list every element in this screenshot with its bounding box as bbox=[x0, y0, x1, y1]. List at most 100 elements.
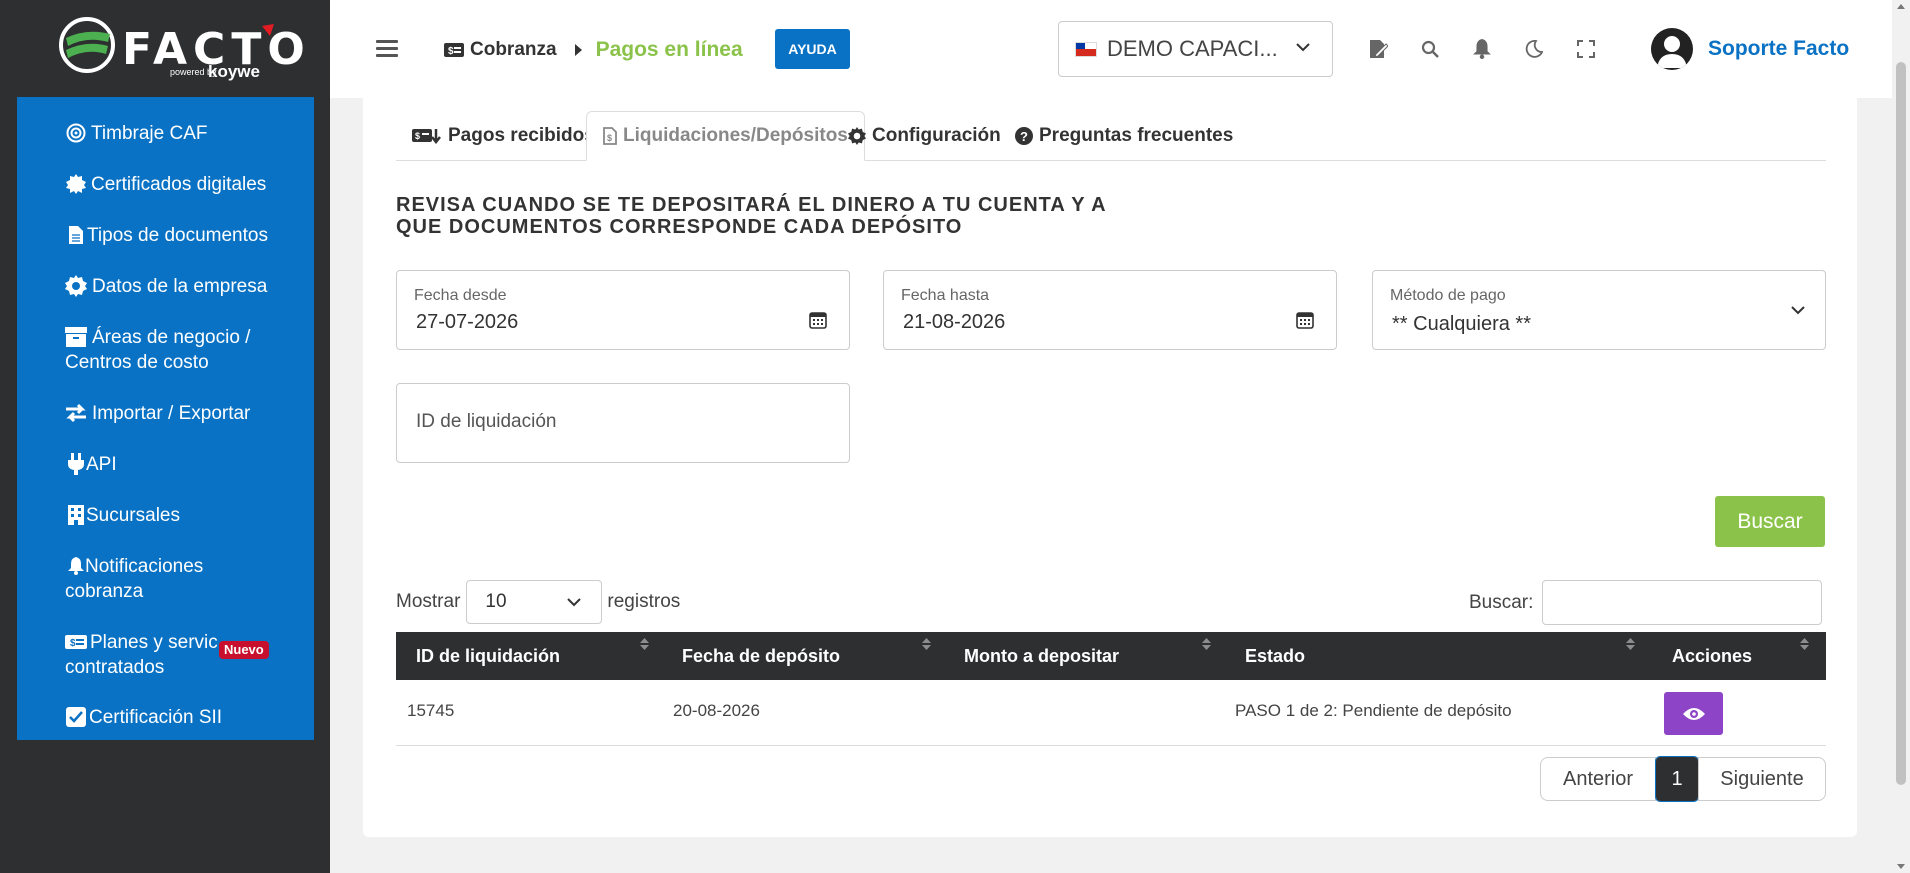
calendar-icon[interactable] bbox=[1296, 311, 1314, 329]
sort-icon[interactable] bbox=[922, 638, 931, 650]
sidebar-item-planes[interactable]: $ Planes y servic contratados Nuevo bbox=[17, 630, 314, 705]
chile-flag-icon bbox=[1075, 41, 1097, 57]
table-row: 15745 20-08-2026 PASO 1 de 2: Pendiente … bbox=[396, 680, 1826, 746]
facto-logo[interactable]: FACTO powered by koywe bbox=[58, 16, 305, 86]
main-card: $ Pagos recibidos $ Liquidaciones/Depósi… bbox=[363, 80, 1857, 837]
page-heading-line2: QUE DOCUMENTOS CORRESPONDE CADA DEPÓSITO bbox=[396, 216, 963, 238]
sort-icon[interactable] bbox=[640, 638, 649, 650]
pagination-next[interactable]: Siguiente bbox=[1698, 757, 1826, 801]
hamburger-menu-icon[interactable] bbox=[376, 40, 398, 58]
cell-date: 20-08-2026 bbox=[673, 701, 760, 720]
records-label: registros bbox=[607, 591, 681, 612]
tab-preguntas-frecuentes[interactable]: ? Preguntas frecuentes bbox=[999, 111, 1249, 161]
archive-icon bbox=[65, 326, 87, 348]
page-heading-line1: REVISA CUANDO SE TE DEPOSITARÁ EL DINERO… bbox=[396, 194, 1107, 216]
gear-icon bbox=[65, 275, 87, 297]
sidebar-item-label: Áreas de negocio / bbox=[92, 327, 251, 348]
date-to-label: Fecha hasta bbox=[901, 287, 990, 304]
page-length-value: 10 bbox=[485, 591, 507, 612]
tab-pagos-recibidos[interactable]: $ Pagos recibidos bbox=[396, 111, 611, 161]
fullscreen-icon[interactable] bbox=[1574, 37, 1598, 61]
payment-method-label: Método de pago bbox=[1390, 287, 1506, 304]
date-to-value[interactable]: 21-08-2026 bbox=[903, 311, 1005, 334]
money-icon: $ bbox=[444, 43, 464, 57]
date-from-value[interactable]: 27-07-2026 bbox=[416, 311, 518, 334]
sidebar-item-api[interactable]: API bbox=[17, 452, 314, 503]
column-header-status[interactable]: Estado bbox=[1245, 646, 1305, 667]
sidebar-item-notificaciones[interactable]: Notificaciones cobranza bbox=[17, 554, 314, 630]
scrollbar-thumb[interactable] bbox=[1896, 62, 1906, 785]
calendar-icon[interactable] bbox=[809, 311, 827, 329]
dark-mode-icon[interactable] bbox=[1522, 37, 1546, 61]
breadcrumb-current: Pagos en línea bbox=[595, 38, 743, 61]
sidebar-item-label: Certificados digitales bbox=[91, 174, 267, 195]
user-name[interactable]: Soporte Facto bbox=[1708, 37, 1849, 61]
sidebar-item-sucursales[interactable]: Sucursales bbox=[17, 503, 314, 554]
page-length-select[interactable]: 10 bbox=[466, 580, 603, 624]
sidebar-item-label-line2: cobranza bbox=[65, 581, 144, 602]
user-avatar[interactable] bbox=[1651, 28, 1693, 70]
certificate-icon bbox=[65, 173, 87, 195]
table-search-input[interactable] bbox=[1542, 580, 1823, 625]
company-selector[interactable]: DEMO CAPACI... bbox=[1058, 21, 1333, 77]
money-icon: $ bbox=[65, 631, 87, 653]
sort-icon[interactable] bbox=[1626, 638, 1635, 650]
sort-icon[interactable] bbox=[1202, 638, 1211, 650]
breadcrumb-root[interactable]: Cobranza bbox=[470, 39, 557, 61]
date-from-field[interactable]: Fecha desde 27-07-2026 bbox=[396, 270, 850, 350]
page-length-control: Mostrar 10 registros bbox=[396, 580, 680, 624]
svg-text:$: $ bbox=[448, 46, 454, 57]
show-label: Mostrar bbox=[396, 591, 461, 612]
pagination-previous[interactable]: Anterior bbox=[1540, 757, 1656, 801]
vertical-scrollbar[interactable] bbox=[1892, 0, 1910, 873]
company-name: DEMO CAPACI... bbox=[1107, 36, 1278, 61]
tab-configuracion[interactable]: Configuración bbox=[832, 111, 1017, 161]
view-button[interactable] bbox=[1664, 692, 1723, 735]
sidebar-item-importar-exportar[interactable]: Importar / Exportar bbox=[17, 401, 314, 452]
cell-status: PASO 1 de 2: Pendiente de depósito bbox=[1235, 701, 1512, 720]
column-header-date[interactable]: Fecha de depósito bbox=[682, 646, 840, 667]
pagination-current[interactable]: 1 bbox=[1655, 756, 1699, 802]
brand-partner: koywe bbox=[208, 62, 260, 81]
chevron-down-icon bbox=[567, 598, 582, 607]
sidebar-item-certificados[interactable]: Certificados digitales bbox=[17, 172, 314, 223]
sidebar: FACTO powered by koywe Timbraje CAF Cert… bbox=[0, 0, 330, 873]
payment-method-select[interactable]: Método de pago ** Cualquiera ** bbox=[1372, 270, 1826, 350]
file-dollar-icon: $ bbox=[603, 127, 617, 145]
sidebar-item-certificacion-sii[interactable]: Certificación SII bbox=[17, 705, 314, 749]
cell-id: 15745 bbox=[407, 701, 455, 720]
sidebar-item-tipos-documentos[interactable]: Tipos de documentos bbox=[17, 223, 314, 274]
sidebar-item-label: Datos de la empresa bbox=[92, 276, 268, 297]
bell-icon[interactable] bbox=[1470, 37, 1494, 61]
date-to-field[interactable]: Fecha hasta 21-08-2026 bbox=[883, 270, 1337, 350]
sidebar-item-label: Tipos de documentos bbox=[87, 225, 268, 246]
sidebar-item-datos-empresa[interactable]: Datos de la empresa bbox=[17, 274, 314, 325]
sidebar-item-areas-negocio[interactable]: Áreas de negocio / Centros de costo bbox=[17, 325, 314, 401]
svg-text:$: $ bbox=[607, 133, 612, 143]
sidebar-item-timbraje[interactable]: Timbraje CAF bbox=[17, 121, 314, 172]
scroll-down-arrow-icon[interactable] bbox=[1897, 864, 1905, 869]
scroll-up-arrow-icon[interactable] bbox=[1897, 4, 1905, 9]
tab-label: Liquidaciones/Depósitos bbox=[623, 125, 848, 146]
file-icon bbox=[65, 224, 87, 246]
sidebar-item-label-line2: contratados bbox=[65, 657, 165, 678]
search-icon[interactable] bbox=[1418, 37, 1442, 61]
svg-text:$: $ bbox=[415, 131, 420, 141]
tab-label: Pagos recibidos bbox=[448, 125, 595, 146]
money-transfer-icon: $ bbox=[412, 127, 442, 145]
sidebar-item-label-line2: Centros de costo bbox=[65, 352, 209, 373]
exchange-icon bbox=[65, 402, 87, 424]
table-search-label: Buscar: bbox=[1469, 591, 1534, 613]
edit-document-icon[interactable] bbox=[1366, 37, 1390, 61]
help-button[interactable]: AYUDA bbox=[775, 29, 850, 69]
tab-label: Configuración bbox=[872, 125, 1001, 146]
target-icon bbox=[65, 122, 87, 144]
search-button[interactable]: Buscar bbox=[1715, 496, 1825, 547]
column-header-id[interactable]: ID de liquidación bbox=[416, 646, 560, 667]
tab-liquidaciones-depositos[interactable]: $ Liquidaciones/Depósitos bbox=[586, 111, 865, 161]
settlement-id-input[interactable]: ID de liquidación bbox=[396, 383, 850, 463]
column-header-amount[interactable]: Monto a depositar bbox=[964, 646, 1119, 667]
caret-right-icon bbox=[574, 44, 582, 56]
page-heading: REVISA CUANDO SE TE DEPOSITARÁ EL DINERO… bbox=[396, 194, 1136, 238]
column-header-actions: Acciones bbox=[1672, 646, 1753, 666]
